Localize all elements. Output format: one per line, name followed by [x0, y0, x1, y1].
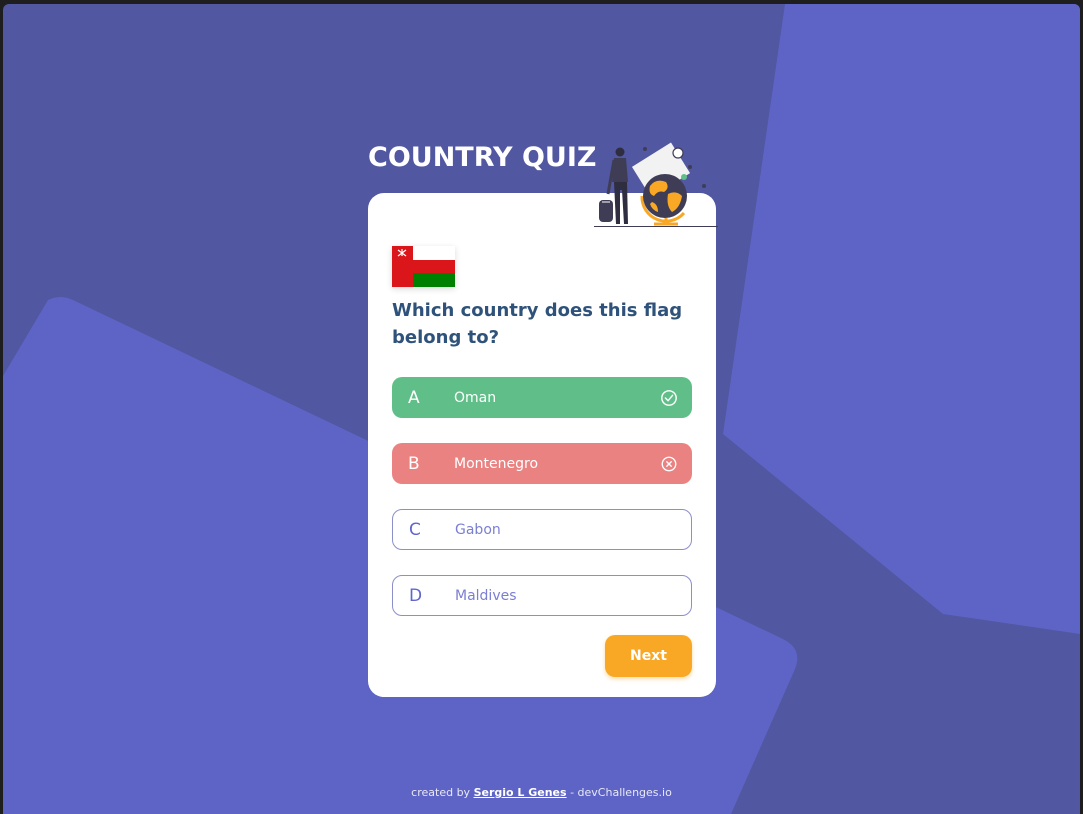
option-a[interactable]: A Oman	[392, 377, 692, 418]
adventure-globe-illustration	[594, 142, 718, 227]
option-label: Oman	[454, 389, 497, 406]
oman-flag-icon	[392, 246, 455, 287]
option-d[interactable]: D Maldives	[392, 575, 692, 616]
footer-suffix: - devChallenges.io	[566, 786, 672, 799]
page-title: COUNTRY QUIZ	[368, 142, 597, 173]
option-c[interactable]: C Gabon	[392, 509, 692, 550]
browser-frame: COUNTRY QUIZ Which country does this fla…	[0, 0, 1083, 814]
option-label: Gabon	[455, 521, 501, 538]
option-letter: B	[408, 453, 420, 474]
author-link[interactable]: Sergio L Genes	[474, 786, 567, 799]
option-letter: D	[409, 585, 423, 606]
question-text: Which country does this flag belong to?	[392, 300, 683, 348]
x-circle-icon	[661, 456, 677, 471]
next-button[interactable]: Next	[605, 635, 692, 677]
footer: created by Sergio L Genes - devChallenge…	[0, 786, 1083, 799]
option-letter: A	[408, 387, 420, 408]
option-letter: C	[409, 519, 421, 540]
footer-prefix: created by	[411, 786, 474, 799]
option-label: Maldives	[455, 587, 517, 604]
quiz-card: Which country does this flag belong to? …	[368, 193, 716, 697]
option-b[interactable]: B Montenegro	[392, 443, 692, 484]
option-label: Montenegro	[454, 455, 539, 472]
check-circle-icon	[661, 389, 677, 406]
